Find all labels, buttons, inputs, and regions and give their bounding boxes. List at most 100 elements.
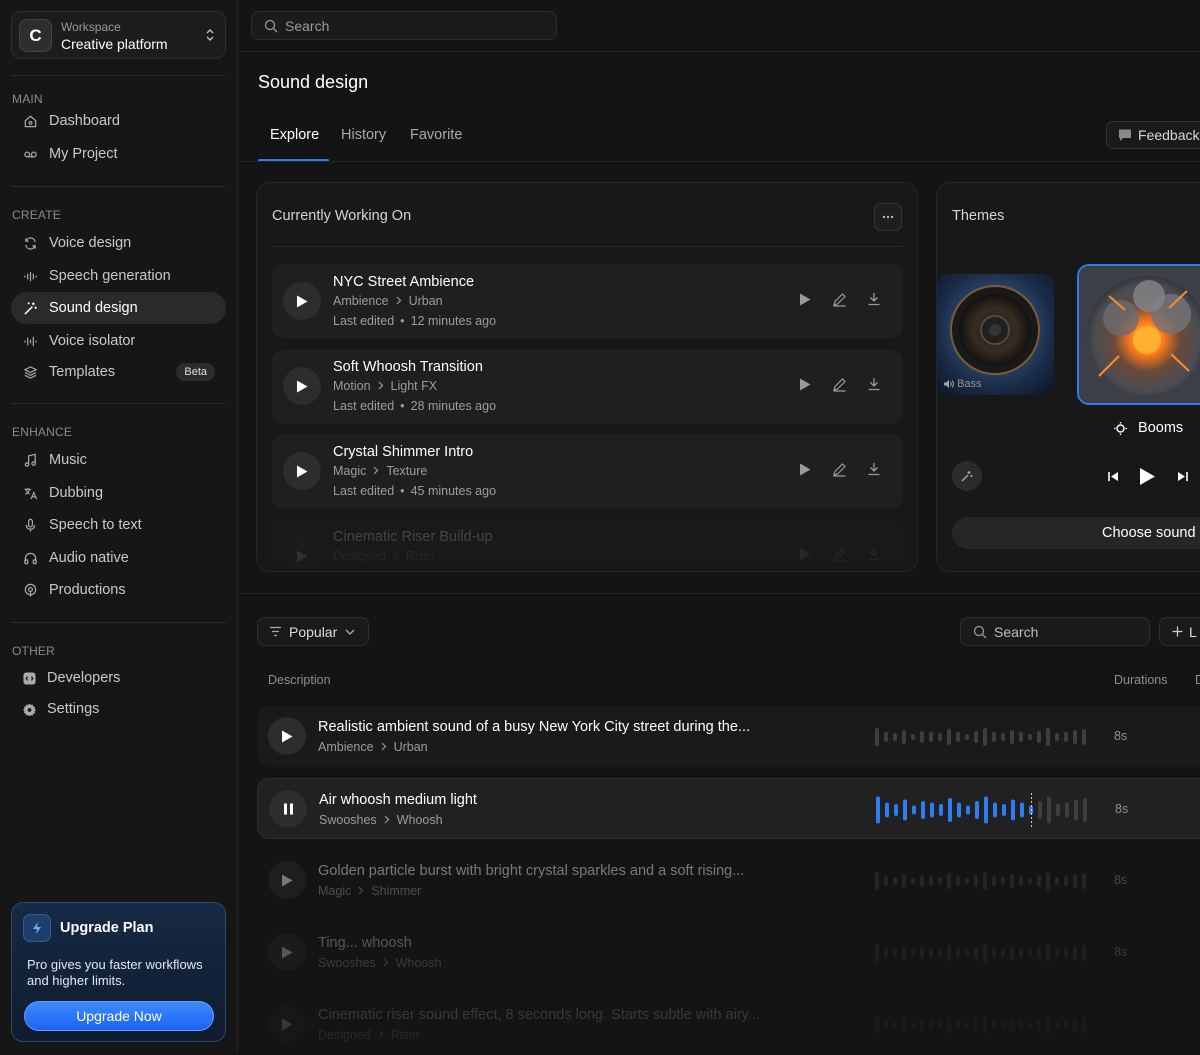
download-icon[interactable]	[867, 292, 881, 306]
play-icon[interactable]	[799, 378, 811, 391]
row-title: Golden particle burst with bright crysta…	[318, 863, 745, 879]
upgrade-now-button[interactable]: Upgrade Now	[24, 1001, 214, 1031]
edited-label: Last edited	[333, 484, 395, 498]
nav-developers[interactable]: Developers	[11, 662, 226, 694]
theme-tile-bass[interactable]: Bass	[937, 274, 1054, 395]
divider	[272, 246, 903, 247]
waveform-bar	[1064, 948, 1068, 958]
row-category: Swooshes Whoosh	[319, 813, 443, 827]
pencil-icon[interactable]	[832, 462, 847, 477]
add-button-label: L	[1189, 623, 1197, 640]
panel-title: Currently Working On	[272, 208, 412, 224]
tab-history[interactable]: History	[341, 127, 386, 143]
nav-dubbing[interactable]: Dubbing	[11, 477, 226, 509]
waveform-bar	[1028, 950, 1032, 956]
sort-popular-dropdown[interactable]: Popular	[257, 617, 369, 646]
play-button[interactable]	[283, 367, 321, 405]
waveform-bar	[875, 944, 879, 962]
nav-my-project[interactable]: My Project	[11, 138, 226, 170]
working-card[interactable]: Soft Whoosh Transition Motion Light FX Last…	[272, 349, 903, 424]
waveform-bar	[875, 728, 879, 746]
workspace-switcher[interactable]: C Workspace Creative platform	[11, 11, 226, 59]
library-search-input[interactable]: Search	[960, 617, 1150, 646]
workspace-avatar: C	[19, 19, 52, 52]
waveform-bar	[1028, 878, 1032, 884]
nav-templates[interactable]: Templates Beta	[11, 356, 226, 388]
waveform-bar	[956, 876, 960, 886]
waveform-bar	[1046, 1016, 1050, 1034]
nav-speech-generation[interactable]: Speech generation	[11, 260, 226, 292]
nav-voice-design[interactable]: Voice design	[11, 227, 226, 259]
waveform-bar	[956, 948, 960, 958]
nav-sound-design[interactable]: Sound design	[11, 292, 226, 324]
more-options-button[interactable]	[874, 203, 902, 231]
translate-icon	[23, 486, 49, 501]
workspace-name: Creative platform	[61, 36, 168, 52]
download-icon[interactable]	[867, 377, 881, 391]
waveform-bar	[1065, 802, 1069, 818]
card-edited: Last edited • 12 minutes ago	[333, 314, 496, 328]
add-button[interactable]: L	[1159, 617, 1200, 646]
waveform-bar	[1010, 730, 1014, 744]
play-icon[interactable]	[799, 463, 811, 476]
play-button[interactable]	[283, 282, 321, 320]
waveform-bar	[920, 875, 924, 887]
dot-separator: •	[400, 399, 405, 413]
nav-music[interactable]: Music	[11, 444, 226, 476]
nav-templates-label: Templates	[49, 364, 116, 380]
waveform-bar	[1011, 799, 1015, 821]
play-button[interactable]	[268, 717, 306, 755]
library-row[interactable]: Golden particle burst with bright crysta…	[257, 850, 1200, 911]
working-card[interactable]: NYC Street Ambience Ambience Urban Last edi…	[272, 264, 903, 339]
skip-back-icon[interactable]	[1108, 471, 1119, 482]
subcategory-label: Urban	[408, 294, 443, 308]
working-card[interactable]: Crystal Shimmer Intro Magic Texture Last ed…	[272, 434, 903, 509]
waveform-bar	[947, 945, 951, 961]
play-button[interactable]	[269, 790, 307, 828]
theme-tile-booms[interactable]	[1077, 264, 1200, 405]
waveform-bar	[938, 949, 942, 957]
tab-favorite[interactable]: Favorite	[410, 127, 462, 143]
play-icon	[281, 874, 293, 887]
play-button[interactable]	[268, 1005, 306, 1043]
library-row[interactable]: Ting... whoosh Swooshes Whoosh 8s	[257, 922, 1200, 983]
play-button[interactable]	[283, 452, 321, 490]
waveform[interactable]	[874, 793, 1094, 827]
search-input[interactable]: Search	[251, 11, 557, 40]
nav-dashboard[interactable]: Dashboard	[11, 105, 226, 137]
waveform-bar	[974, 875, 978, 887]
library-row[interactable]: Air whoosh medium light Swooshes Whoosh 8s	[257, 778, 1200, 839]
nav-settings[interactable]: Settings	[11, 693, 226, 725]
download-icon[interactable]	[867, 462, 881, 476]
feedback-button[interactable]: Feedback	[1106, 121, 1200, 149]
nav-audio-native[interactable]: Audio native	[11, 542, 226, 574]
waveform[interactable]	[873, 1008, 1093, 1042]
library-row[interactable]: Realistic ambient sound of a busy New Yo…	[257, 706, 1200, 767]
subcategory-label: Riser	[390, 1028, 420, 1042]
waveform-bar	[992, 876, 996, 886]
waveform[interactable]	[873, 720, 1093, 754]
play-button[interactable]	[268, 933, 306, 971]
play-icon[interactable]	[1139, 467, 1156, 486]
category-label: Ambience	[333, 294, 389, 308]
waveform-icon	[23, 269, 49, 284]
waveform[interactable]	[873, 864, 1093, 898]
library-row[interactable]: Cinematic riser sound effect, 8 seconds …	[257, 994, 1200, 1055]
nav-speech-to-text-label: Speech to text	[49, 517, 142, 533]
waveform-bar	[992, 1020, 996, 1030]
skip-forward-icon[interactable]	[1177, 471, 1188, 482]
magic-button[interactable]	[952, 461, 982, 491]
nav-speech-to-text[interactable]: Speech to text	[11, 509, 226, 541]
play-icon[interactable]	[799, 293, 811, 306]
chevron-right-icon	[389, 294, 409, 308]
nav-voice-isolator[interactable]: Voice isolator	[11, 325, 226, 357]
tab-explore[interactable]: Explore	[270, 127, 319, 143]
pencil-icon[interactable]	[832, 377, 847, 392]
row-category: Ambience Urban	[318, 740, 428, 754]
pencil-icon[interactable]	[832, 292, 847, 307]
waveform[interactable]	[873, 936, 1093, 970]
nav-productions[interactable]: Productions	[11, 574, 226, 606]
selected-theme-label: Booms	[1113, 420, 1183, 436]
play-button[interactable]	[268, 861, 306, 899]
choose-sound-button[interactable]: Choose sound	[952, 517, 1200, 549]
